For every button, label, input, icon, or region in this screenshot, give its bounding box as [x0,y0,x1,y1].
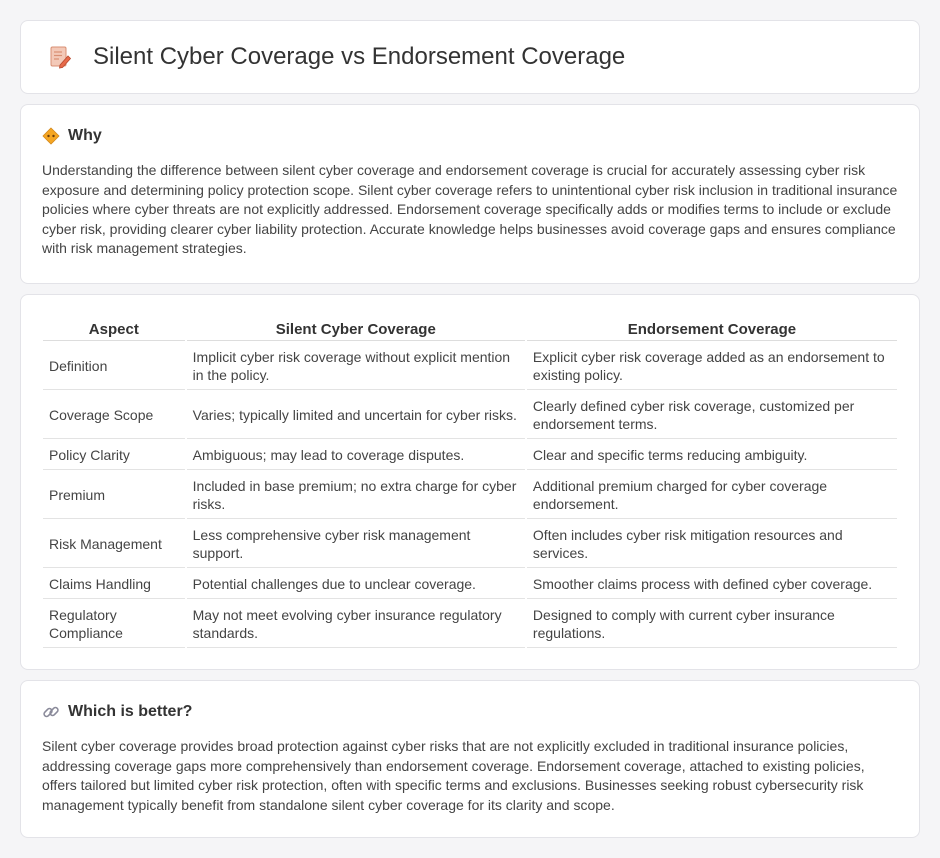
table-row: Claims Handling Potential challenges due… [43,570,897,599]
header-endorsement: Endorsement Coverage [526,317,897,341]
row-aspect: Regulatory Compliance [43,601,185,648]
row-aspect: Risk Management [43,521,185,568]
row-aspect: Policy Clarity [43,441,185,470]
table-header-row: Aspect Silent Cyber Coverage Endorsement… [43,317,897,341]
better-header: Which is better? [42,703,898,721]
row-endorsement: Often includes cyber risk mitigation res… [526,521,897,568]
row-silent: Varies; typically limited and uncertain … [186,392,525,439]
row-endorsement: Designed to comply with current cyber in… [526,601,897,648]
why-heading: Why [68,127,102,144]
table-row: Regulatory Compliance May not meet evolv… [43,601,897,648]
table-row: Definition Implicit cyber risk coverage … [43,343,897,390]
row-aspect: Premium [43,472,185,519]
row-endorsement: Explicit cyber risk coverage added as an… [526,343,897,390]
why-header: Why [42,127,898,145]
row-silent: Potential challenges due to unclear cove… [186,570,525,599]
comparison-table: Aspect Silent Cyber Coverage Endorsement… [41,315,899,650]
page-title: Silent Cyber Coverage vs Endorsement Cov… [93,43,626,70]
why-section: Why Understanding the difference between… [20,104,920,284]
better-section: Which is better? Silent cyber coverage p… [20,680,920,838]
row-silent: May not meet evolving cyber insurance re… [186,601,525,648]
row-endorsement: Additional premium charged for cyber cov… [526,472,897,519]
header-silent: Silent Cyber Coverage [186,317,525,341]
header-aspect: Aspect [43,317,185,341]
row-endorsement: Smoother claims process with defined cyb… [526,570,897,599]
table-row: Coverage Scope Varies; typically limited… [43,392,897,439]
row-aspect: Definition [43,343,185,390]
table-row: Risk Management Less comprehensive cyber… [43,521,897,568]
row-silent: Included in base premium; no extra charg… [186,472,525,519]
table-row: Policy Clarity Ambiguous; may lead to co… [43,441,897,470]
better-text: Silent cyber coverage provides broad pro… [42,738,865,813]
why-text: Understanding the difference between sil… [42,162,898,257]
row-endorsement: Clear and specific terms reducing ambigu… [526,441,897,470]
row-aspect: Coverage Scope [43,392,185,439]
better-heading: Which is better? [68,703,193,720]
row-silent: Implicit cyber risk coverage without exp… [186,343,525,390]
row-silent: Less comprehensive cyber risk management… [186,521,525,568]
table-row: Premium Included in base premium; no ext… [43,472,897,519]
document-pencil-icon [47,44,73,70]
link-icon [42,703,60,721]
warning-diamond-icon [42,127,60,145]
title-card: Silent Cyber Coverage vs Endorsement Cov… [20,20,920,94]
row-aspect: Claims Handling [43,570,185,599]
row-endorsement: Clearly defined cyber risk coverage, cus… [526,392,897,439]
comparison-card: Aspect Silent Cyber Coverage Endorsement… [20,294,920,670]
row-silent: Ambiguous; may lead to coverage disputes… [186,441,525,470]
